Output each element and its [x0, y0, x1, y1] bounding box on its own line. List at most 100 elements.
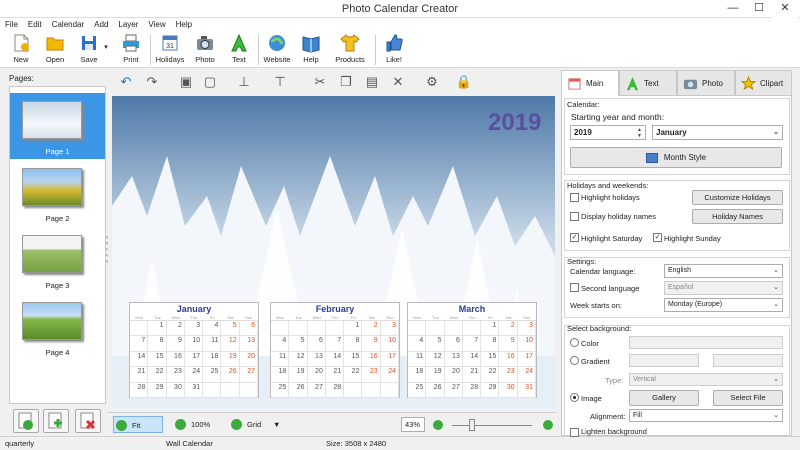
day-cell: 20 — [307, 367, 326, 383]
close-button[interactable]: ✕ — [772, 0, 798, 18]
week-starts-select[interactable]: Monday (Europe) ⌄ — [664, 298, 783, 312]
holiday-names-button[interactable]: Holiday Names — [692, 209, 783, 224]
holidays-button[interactable]: 31 Holidays — [154, 33, 186, 64]
lighten-background-checkbox[interactable] — [570, 428, 579, 437]
save-button[interactable]: Save — [76, 33, 102, 64]
send-back-icon[interactable]: ▢ — [201, 73, 219, 91]
delete-page-button[interactable] — [75, 409, 101, 433]
copy-icon[interactable]: ❐ — [337, 73, 355, 91]
arrange-icon[interactable]: ⊤ — [271, 73, 289, 91]
paste-icon[interactable]: ▤ — [363, 73, 381, 91]
day-cell: 15 — [481, 351, 500, 368]
tab-main[interactable]: Main — [561, 70, 619, 96]
bring-front-icon[interactable]: ▣ — [177, 73, 195, 91]
tab-text[interactable]: Text — [619, 70, 677, 96]
gradient-color-1[interactable] — [629, 354, 699, 367]
color-radio[interactable] — [570, 338, 579, 347]
undo-icon[interactable]: ↶ — [117, 73, 135, 91]
splitter-grip[interactable]: ‹ ‹ ‹ ‹ ‹ — [106, 235, 111, 271]
select-file-button[interactable]: Select File — [713, 390, 783, 406]
save-dropdown-icon[interactable]: ▾ — [102, 43, 110, 51]
page-thumbnail-3[interactable]: Page 3 — [10, 227, 105, 293]
new-button[interactable]: New — [8, 33, 34, 64]
zoom-slider-thumb[interactable] — [469, 419, 475, 431]
page-thumbnail-4[interactable]: Page 4 — [10, 294, 105, 360]
zoom-out-icon[interactable] — [433, 420, 443, 430]
add-page-button[interactable] — [13, 409, 39, 433]
year-stepper[interactable]: 2019 ▲ ▼ — [570, 125, 646, 140]
open-button[interactable]: Open — [42, 33, 68, 64]
menu-view[interactable]: View — [143, 18, 170, 31]
image-radio[interactable] — [570, 393, 579, 402]
calendar-year[interactable]: 2019 — [488, 109, 541, 137]
photo-button[interactable]: Photo — [192, 33, 218, 64]
gradient-color-2[interactable] — [713, 354, 783, 367]
month-march[interactable]: March Mon Tue Wed Thu Fri Sat Sun 1 2 3 4 5 6 7 8 9 10 1… — [407, 302, 537, 398]
zoom-in-icon[interactable] — [543, 420, 553, 430]
display-holiday-names-label: Display holiday names — [581, 212, 657, 221]
zoom-slider[interactable] — [452, 425, 532, 426]
print-button[interactable]: Print — [118, 33, 144, 64]
menu-layer[interactable]: Layer — [113, 18, 143, 31]
new-document-icon — [14, 34, 29, 52]
day-cell: 6 — [239, 321, 258, 337]
page-thumbnail-2[interactable]: Page 2 — [10, 160, 105, 226]
products-button[interactable]: Products — [333, 33, 367, 64]
cut-icon[interactable]: ✂ — [311, 73, 329, 91]
zoom-value[interactable]: 43% — [401, 417, 425, 432]
highlight-holidays-label: Highlight holidays — [581, 193, 640, 202]
website-button[interactable]: Website — [262, 33, 292, 64]
help-button[interactable]: Help — [298, 33, 324, 64]
day-cell — [239, 382, 258, 398]
day-cell: 22 — [148, 367, 167, 383]
day-cell: 10 — [184, 336, 204, 352]
maximize-button[interactable]: ☐ — [746, 0, 772, 18]
menu-calendar[interactable]: Calendar — [47, 18, 89, 31]
main-tab-icon — [568, 78, 581, 90]
menu-file[interactable]: File — [0, 18, 23, 31]
stepper-arrows-icon[interactable]: ▲ ▼ — [637, 127, 642, 139]
insert-page-button[interactable] — [43, 409, 69, 433]
menu-edit[interactable]: Edit — [23, 18, 47, 31]
gradient-radio[interactable] — [570, 356, 579, 365]
alignment-select[interactable]: Fill ⌄ — [629, 409, 783, 422]
status-size: Size: 3508 x 2480 — [326, 439, 387, 448]
grid-button[interactable]: Grid — [229, 416, 269, 433]
gallery-button[interactable]: Gallery — [629, 390, 699, 406]
calendar-language-select[interactable]: English ⌄ — [664, 264, 783, 278]
day-cell: 19 — [289, 367, 308, 383]
settings-icon[interactable]: ⚙ — [423, 73, 441, 91]
like-button[interactable]: Like! — [381, 33, 407, 64]
grid-dropdown-icon[interactable]: ▼ — [273, 416, 283, 433]
month-style-button[interactable]: Month Style — [570, 147, 782, 168]
day-cell: 7 — [325, 336, 345, 352]
menu-add[interactable]: Add — [89, 18, 113, 31]
month-january[interactable]: January Mon Tue Wed Thu Fri Sat Sun 1234567891… — [129, 302, 259, 398]
customize-holidays-button[interactable]: Customize Holidays — [692, 190, 783, 205]
tab-clipart[interactable]: Clipart — [735, 70, 792, 96]
day-cell — [307, 321, 326, 337]
menu-help[interactable]: Help — [171, 18, 197, 31]
month-february[interactable]: February Mon Tue Wed Thu Fri Sat Sun 123456789… — [270, 302, 400, 398]
day-cell: 19 — [426, 367, 445, 383]
day-cell — [289, 321, 308, 337]
gradient-type-select[interactable]: Vertical ⌄ — [629, 373, 783, 386]
lock-icon[interactable]: 🔒 — [455, 73, 473, 91]
minimize-button[interactable]: — — [720, 0, 746, 18]
highlight-holidays-checkbox[interactable] — [570, 193, 579, 202]
highlight-saturday-checkbox[interactable]: ✓ — [570, 233, 579, 242]
align-icon[interactable]: ⊥ — [235, 73, 253, 91]
second-language-checkbox[interactable] — [570, 283, 579, 292]
delete-icon[interactable]: ✕ — [389, 73, 407, 91]
text-button[interactable]: Text — [226, 33, 252, 64]
display-holiday-names-checkbox[interactable] — [570, 212, 579, 221]
page-thumbnail-1[interactable]: Page 1 — [10, 93, 105, 159]
fit-button[interactable]: Fit — [113, 416, 163, 433]
color-picker[interactable] — [629, 336, 783, 349]
tab-photo[interactable]: Photo — [677, 70, 735, 96]
second-language-select[interactable]: Español ⌄ — [664, 281, 783, 295]
redo-icon[interactable]: ↷ — [143, 73, 161, 91]
highlight-sunday-checkbox[interactable]: ✓ — [653, 233, 662, 242]
zoom-100-button[interactable]: 100% — [173, 416, 223, 433]
month-select[interactable]: January ⌄ — [652, 125, 783, 140]
